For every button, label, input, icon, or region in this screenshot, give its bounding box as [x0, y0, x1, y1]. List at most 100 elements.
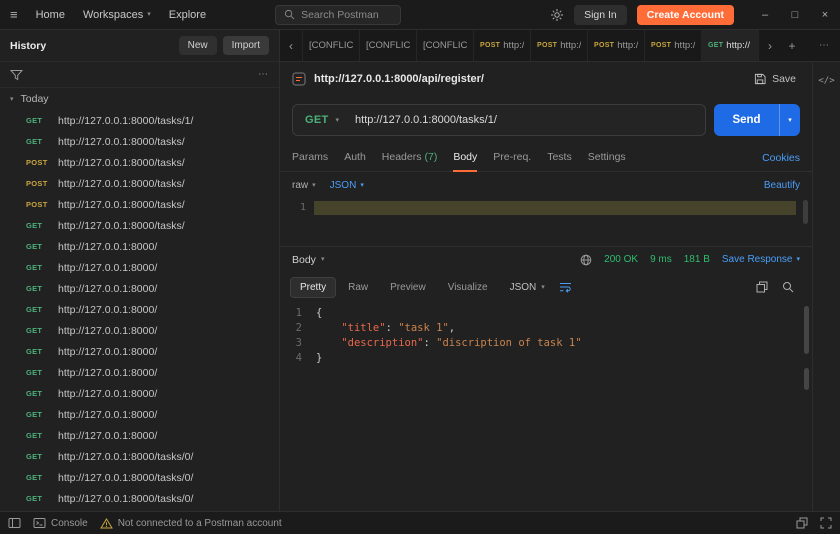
response-body-select[interactable]: Body ▾ [292, 254, 324, 266]
main-menu-icon[interactable]: ≡ [10, 7, 18, 22]
open-tab[interactable]: GEThttp:// [702, 30, 759, 61]
create-account-button[interactable]: Create Account [637, 5, 734, 25]
home-link[interactable]: Home [36, 9, 65, 21]
history-item[interactable]: GEThttp://127.0.0.1:8000/tasks/0/ [0, 488, 279, 509]
history-item[interactable]: GEThttp://127.0.0.1:8000/ [0, 236, 279, 257]
history-item[interactable]: GEThttp://127.0.0.1:8000/ [0, 299, 279, 320]
history-item[interactable]: GEThttp://127.0.0.1:8000/tasks/1/ [0, 110, 279, 131]
import-button[interactable]: Import [223, 36, 269, 55]
toggle-sidebar-icon[interactable] [8, 517, 21, 529]
filter-icon[interactable] [10, 69, 23, 81]
wrap-lines-icon[interactable] [559, 281, 572, 293]
response-tab-visualize[interactable]: Visualize [438, 277, 498, 298]
history-item[interactable]: GEThttp://127.0.0.1:8000/tasks/ [0, 215, 279, 236]
body-mode-select[interactable]: raw ▾ [292, 180, 316, 191]
scroll-tabs-right-icon[interactable]: › [759, 39, 781, 53]
history-item[interactable]: GEThttp://127.0.0.1:8000/ [0, 425, 279, 446]
settings-icon[interactable] [550, 8, 564, 22]
send-button[interactable]: Send ▾ [714, 104, 800, 136]
network-icon[interactable] [580, 254, 592, 266]
tab-params[interactable]: Params [292, 144, 328, 171]
sidebar: History New Import ⋯ ▾ Today GEThttp://1… [0, 30, 280, 511]
history-more-icon[interactable]: ⋯ [258, 69, 269, 80]
response-format-select[interactable]: JSON ▾ [510, 282, 545, 293]
history-item[interactable]: GEThttp://127.0.0.1:8000/ [0, 320, 279, 341]
new-tab-button[interactable]: + [781, 39, 803, 53]
method-badge: POST [26, 200, 52, 209]
body-format-select[interactable]: JSON ▾ [330, 180, 364, 191]
connection-status[interactable]: Not connected to a Postman account [100, 518, 282, 529]
search-response-icon[interactable] [782, 281, 794, 293]
scroll-tabs-left-icon[interactable]: ‹ [280, 39, 302, 53]
tab-options-icon[interactable]: ⋯ [809, 40, 840, 51]
tab-label: [CONFLICT] [366, 40, 410, 51]
tab-auth[interactable]: Auth [344, 144, 366, 171]
console-button[interactable]: Console [33, 517, 88, 529]
history-item[interactable]: GEThttp://127.0.0.1:8000/ [0, 257, 279, 278]
history-item[interactable]: GEThttp://127.0.0.1:8000/ [0, 278, 279, 299]
response-tab-pretty[interactable]: Pretty [290, 277, 336, 298]
scrollbar-thumb[interactable] [804, 306, 809, 354]
history-item[interactable]: POSThttp://127.0.0.1:8000/tasks/ [0, 152, 279, 173]
close-button[interactable]: × [810, 5, 840, 25]
url-input[interactable]: http://127.0.0.1:8000/tasks/1/ [351, 114, 497, 126]
url-container: GET ▾ http://127.0.0.1:8000/tasks/1/ [292, 104, 706, 136]
save-button[interactable]: Save [754, 73, 800, 85]
response-size[interactable]: 181 B [684, 254, 710, 265]
open-tab[interactable]: POSThttp:/ [645, 30, 702, 61]
status-badge[interactable]: 200 OK [604, 254, 638, 265]
history-item[interactable]: GEThttp://127.0.0.1:8000/ [0, 404, 279, 425]
history-group-today[interactable]: ▾ Today [0, 88, 279, 110]
tab-settings[interactable]: Settings [588, 144, 626, 171]
request-body-editor[interactable]: 1 [280, 198, 812, 246]
new-button[interactable]: New [179, 36, 217, 55]
open-tab[interactable]: POSThttp:/ [588, 30, 645, 61]
open-tab[interactable]: [CONFLICT] [360, 30, 417, 61]
history-item[interactable]: POSThttp://127.0.0.1:8000/tasks/ [0, 194, 279, 215]
history-item[interactable]: GEThttp://127.0.0.1:8000/tasks/0/ [0, 446, 279, 467]
history-url: http://127.0.0.1:8000/tasks/ [58, 157, 185, 169]
copy-icon[interactable] [756, 281, 768, 293]
tab-body[interactable]: Body [453, 144, 477, 171]
response-tab-preview[interactable]: Preview [380, 277, 436, 298]
explore-link[interactable]: Explore [169, 9, 206, 21]
response-body-label: Body [292, 254, 316, 266]
method-selector[interactable]: GET ▾ [293, 105, 351, 135]
maximize-button[interactable]: □ [780, 5, 810, 25]
open-tab[interactable]: POSThttp:/ [531, 30, 588, 61]
line-content: { [302, 306, 322, 321]
search-box[interactable]: Search Postman [275, 5, 401, 25]
scrollbar-thumb[interactable] [804, 368, 809, 390]
tab-tests[interactable]: Tests [547, 144, 572, 171]
console-label: Console [51, 518, 88, 529]
code-snippet-icon[interactable]: </> [818, 76, 834, 511]
workspaces-menu[interactable]: Workspaces ▾ [83, 9, 151, 21]
open-tab[interactable]: [CONFLICT [417, 30, 474, 61]
tab-label: http:/ [674, 40, 695, 51]
response-time[interactable]: 9 ms [650, 254, 672, 265]
token: "title" [341, 322, 385, 334]
history-item[interactable]: GEThttp://127.0.0.1:8000/tasks/0/ [0, 467, 279, 488]
history-item[interactable]: GEThttp://127.0.0.1:8000/ [0, 362, 279, 383]
response-code[interactable]: 1{2 "title": "task 1",3 "description": "… [280, 306, 812, 366]
expand-icon[interactable] [820, 517, 832, 529]
response-tab-raw[interactable]: Raw [338, 277, 378, 298]
open-tab[interactable]: POSThttp:/ [474, 30, 531, 61]
cookies-link[interactable]: Cookies [762, 152, 800, 164]
history-item[interactable]: POSThttp://127.0.0.1:8000/tasks/ [0, 173, 279, 194]
two-pane-icon[interactable] [796, 517, 808, 529]
history-item[interactable]: GEThttp://127.0.0.1:8000/ [0, 383, 279, 404]
history-item[interactable]: GEThttp://127.0.0.1:8000/ [0, 341, 279, 362]
tab-prereq[interactable]: Pre-req. [493, 144, 531, 171]
sign-in-button[interactable]: Sign In [574, 5, 627, 25]
open-tab[interactable]: [CONFLICT [303, 30, 360, 61]
minimize-button[interactable]: – [750, 5, 780, 25]
editor-scrollbar[interactable] [803, 200, 808, 224]
beautify-link[interactable]: Beautify [764, 180, 800, 191]
tab-headers[interactable]: Headers(7) [382, 144, 438, 171]
send-options-icon[interactable]: ▾ [780, 117, 800, 124]
chevron-down-icon: ▾ [312, 182, 316, 189]
save-response-button[interactable]: Save Response ▾ [722, 254, 800, 265]
history-item[interactable]: GEThttp://127.0.0.1:8000/tasks/ [0, 131, 279, 152]
tab-method-badge: GET [708, 42, 723, 49]
